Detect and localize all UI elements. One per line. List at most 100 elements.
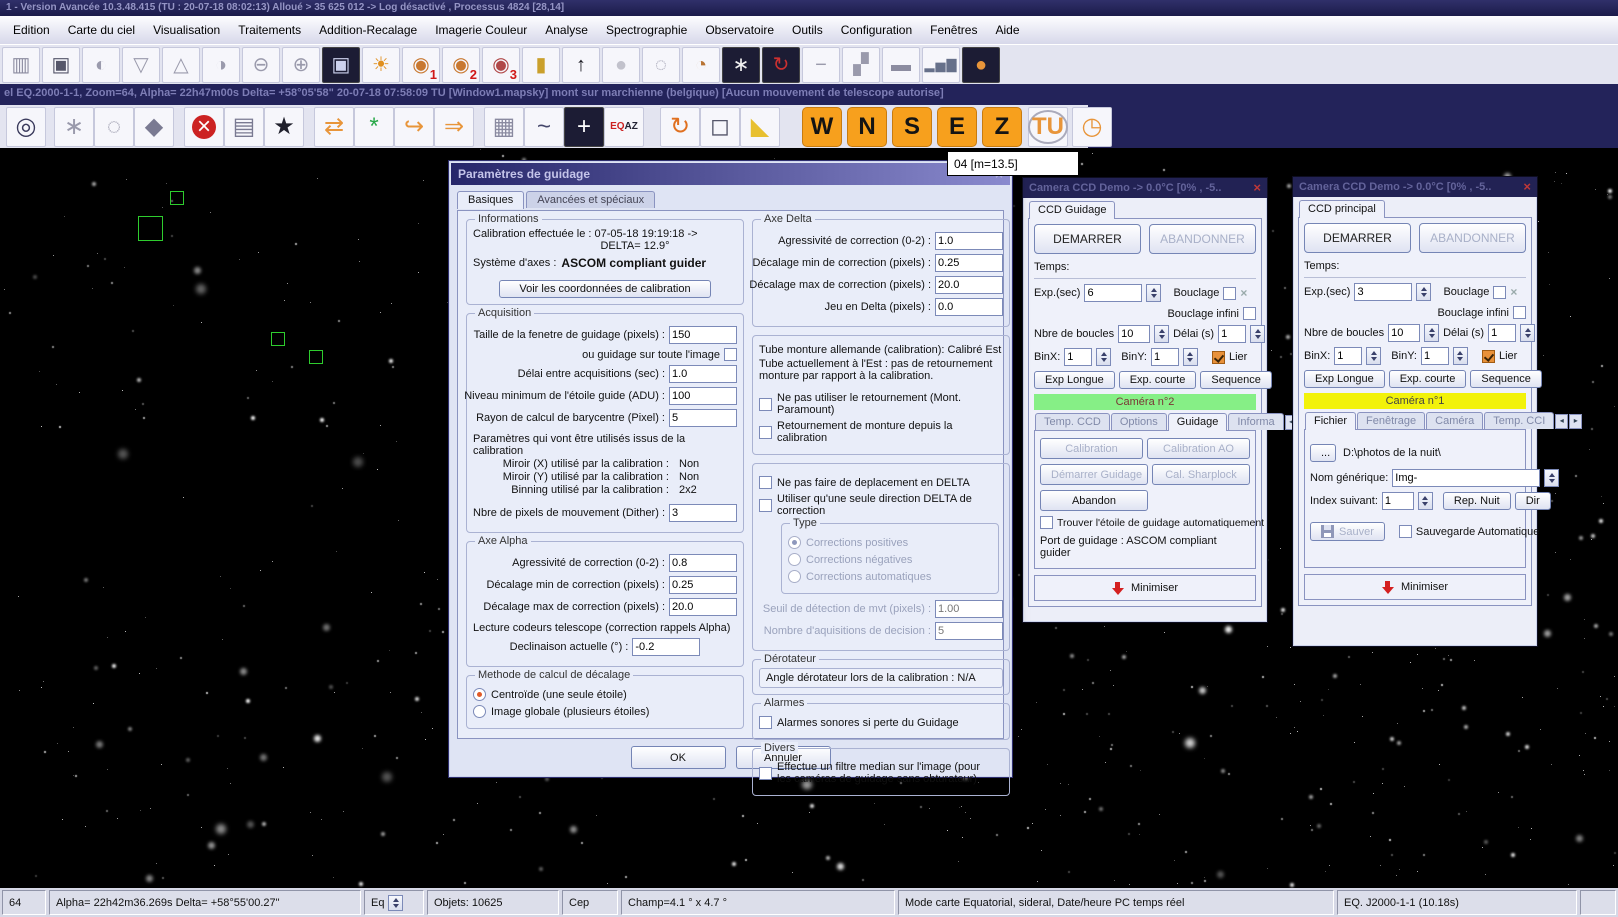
delay-stepper[interactable] <box>1250 325 1265 343</box>
dir-button[interactable]: Dir <box>1515 492 1551 510</box>
ok-button[interactable]: OK <box>631 746 726 769</box>
minimize-button[interactable]: Minimiser <box>1034 575 1256 601</box>
menu-analyse[interactable]: Analyse <box>536 23 597 37</box>
tu-button[interactable]: TU <box>1028 107 1068 147</box>
menu-imagerie-couleur[interactable]: Imagerie Couleur <box>426 23 536 37</box>
sequence-button[interactable]: Sequence <box>1200 371 1272 389</box>
table-icon[interactable]: ▦ <box>484 107 524 147</box>
start-button[interactable]: DEMARRER <box>1034 224 1141 254</box>
generic-name-input[interactable] <box>1392 469 1540 487</box>
acq-delay-input[interactable] <box>669 365 737 383</box>
start-button[interactable]: DEMARRER <box>1304 223 1411 253</box>
binx-input[interactable] <box>1334 347 1362 365</box>
guidage-tab-temp-ccd[interactable]: Temp. CCD <box>1035 413 1110 430</box>
corrections-automatiques-radio[interactable] <box>788 570 801 583</box>
menu-aide[interactable]: Aide <box>986 23 1028 37</box>
flip-since-calibration-checkbox[interactable] <box>759 426 772 439</box>
biny-input[interactable] <box>1421 347 1449 365</box>
camera-barrel-icon[interactable]: ▮ <box>522 47 560 83</box>
dither-input[interactable] <box>669 504 737 522</box>
delay-input[interactable] <box>1218 325 1246 343</box>
minus-icon[interactable]: − <box>802 47 840 83</box>
reload-icon[interactable]: ↻ <box>762 47 800 83</box>
tab-scroll-left-icon[interactable]: ◂ <box>1555 414 1568 429</box>
print-icon[interactable]: ▤ <box>224 107 264 147</box>
menu-outils[interactable]: Outils <box>783 23 832 37</box>
view-calibration-coords-button[interactable]: Voir les coordonnées de calibration <box>499 280 711 298</box>
select-region-icon[interactable]: ◻ <box>700 107 740 147</box>
exposure-stepper[interactable] <box>1416 283 1431 301</box>
alpha-max-offset-input[interactable] <box>669 598 737 616</box>
tab-ccd-guidage[interactable]: CCD Guidage <box>1029 201 1115 219</box>
full-image-guiding-checkbox[interactable] <box>724 348 737 361</box>
calibration-button[interactable]: Calibration <box>1040 438 1143 459</box>
median-filter-checkbox[interactable] <box>759 767 772 780</box>
status-frame-select-stepper[interactable] <box>388 895 403 911</box>
guidage-tab-informa[interactable]: Informa <box>1228 413 1283 430</box>
long-exposure-button[interactable]: Exp Longue <box>1304 370 1385 388</box>
next-index-input[interactable] <box>1382 492 1414 510</box>
principal-tab-fen-trage[interactable]: Fenêtrage <box>1357 412 1425 429</box>
gears-icon[interactable]: ∗ <box>54 107 94 147</box>
principal-tab-temp-cci[interactable]: Temp. CCI <box>1484 412 1554 429</box>
crosshair-icon[interactable]: + <box>564 107 604 147</box>
telescope-icon[interactable]: ↑ <box>562 47 600 83</box>
star-icon[interactable]: ★ <box>264 107 304 147</box>
cal-sharplock-button[interactable]: Cal. Sharplock <box>1152 464 1250 485</box>
info-icon[interactable]: ◐ <box>82 47 120 83</box>
centroid-radio[interactable] <box>473 688 486 701</box>
calibration-ao-button[interactable]: Calibration AO <box>1147 438 1250 459</box>
guide-window-size-input[interactable] <box>669 326 737 344</box>
binx-input[interactable] <box>1064 348 1092 366</box>
min-star-level-input[interactable] <box>669 387 737 405</box>
angle-tool-icon[interactable]: ◣ <box>740 107 780 147</box>
starfield-icon[interactable]: ∗ <box>722 47 760 83</box>
clear-icon[interactable]: × <box>1510 285 1517 299</box>
loop-checkbox[interactable] <box>1223 287 1236 300</box>
abort-button[interactable]: ABANDONNER <box>1149 224 1256 254</box>
close-icon[interactable]: × <box>1523 177 1531 197</box>
rotate-field-icon[interactable]: ↻ <box>660 107 700 147</box>
binx-stepper[interactable] <box>1096 348 1111 366</box>
biny-input[interactable] <box>1151 348 1179 366</box>
east-button[interactable]: E <box>937 107 977 147</box>
sequence-button[interactable]: Sequence <box>1470 370 1542 388</box>
loop-count-stepper[interactable] <box>1424 324 1439 342</box>
delta-min-offset-input[interactable] <box>935 254 1003 272</box>
auto-find-star-checkbox[interactable] <box>1040 516 1053 529</box>
zoom-out-icon[interactable]: ⊖ <box>242 47 280 83</box>
flag-up-icon[interactable]: △ <box>162 47 200 83</box>
eq-az-icon[interactable]: EQAZ <box>604 107 644 147</box>
decision-acquisitions-input[interactable] <box>935 622 1003 640</box>
menu-visualisation[interactable]: Visualisation <box>144 23 229 37</box>
guidage-tab-options[interactable]: Options <box>1111 413 1167 430</box>
exposure-stepper[interactable] <box>1146 284 1161 302</box>
dotted-sphere-icon[interactable]: ◌ <box>94 107 134 147</box>
copper-wrench-icon[interactable]: ◔ <box>682 47 720 83</box>
binx-stepper[interactable] <box>1366 347 1381 365</box>
alpha-aggressiveness-input[interactable] <box>669 554 737 572</box>
tab-ccd-principal[interactable]: CCD principal <box>1299 200 1385 218</box>
barycenter-radius-input[interactable] <box>669 409 737 427</box>
principal-tab-fichier[interactable]: Fichier <box>1305 412 1356 430</box>
histogram-icon[interactable]: ▂▅▇ <box>922 47 960 83</box>
delta-max-offset-input[interactable] <box>935 276 1003 294</box>
abort-button[interactable]: ABANDONNER <box>1419 223 1526 253</box>
zenith-button[interactable]: Z <box>982 107 1022 147</box>
current-declination-input[interactable] <box>632 638 700 656</box>
alpha-min-offset-input[interactable] <box>669 576 737 594</box>
abort-icon[interactable]: × <box>184 107 224 147</box>
corrections-positives-radio[interactable] <box>788 536 801 549</box>
no-flip-checkbox[interactable] <box>759 398 772 411</box>
menu-fen-tres[interactable]: Fenêtres <box>921 23 986 37</box>
corrections-negatives-radio[interactable] <box>788 553 801 566</box>
camera-3-icon[interactable]: ◉3 <box>482 47 520 83</box>
ccd-principal-titlebar[interactable]: Camera CCD Demo -> 0.0°C [0% , -5.. × <box>1293 177 1537 197</box>
delay-stepper[interactable] <box>1520 324 1535 342</box>
menu-configuration[interactable]: Configuration <box>832 23 921 37</box>
status-frame-select[interactable]: Eq <box>364 890 424 915</box>
loop-count-input[interactable] <box>1118 325 1150 343</box>
magnifier-icon[interactable]: ◎ <box>6 107 46 147</box>
save-button[interactable]: Sauver <box>1310 522 1385 541</box>
goto-icon[interactable]: ⇒ <box>434 107 474 147</box>
